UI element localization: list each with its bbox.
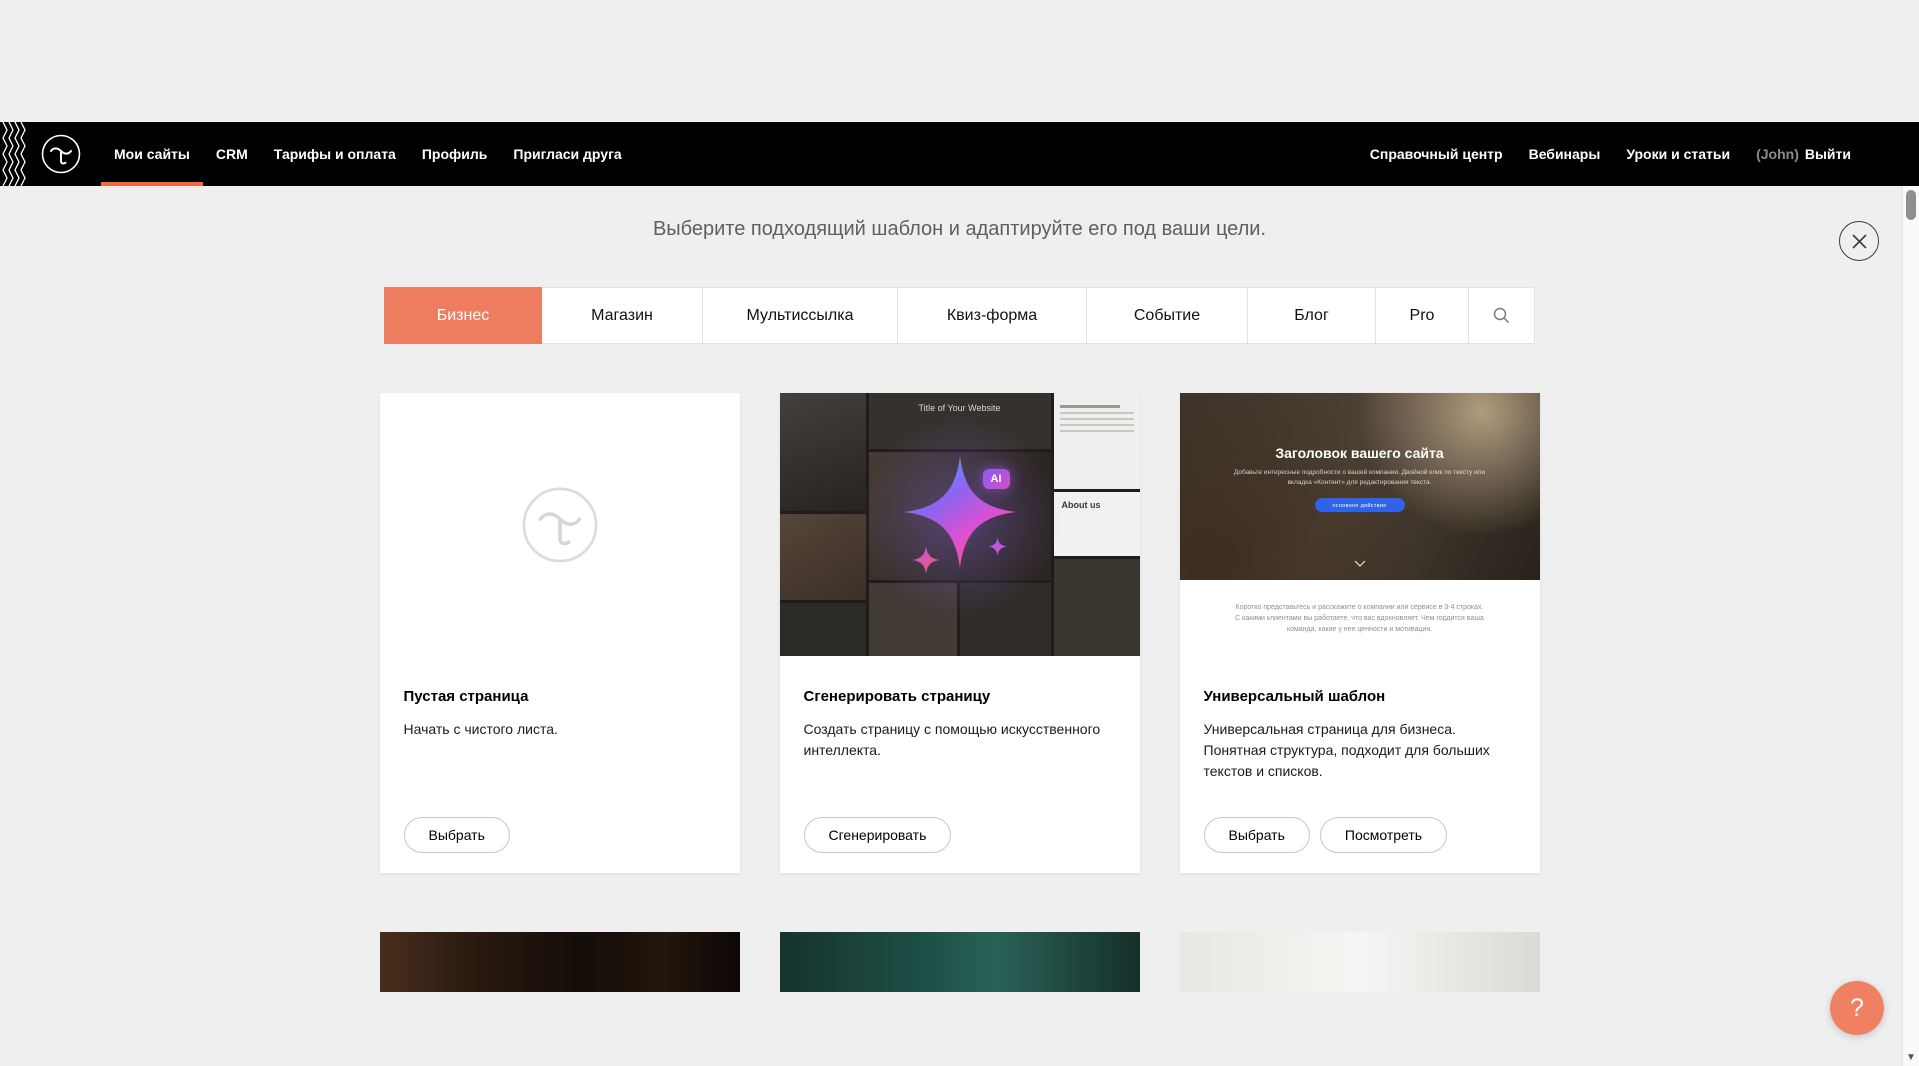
tab-store[interactable]: Магазин xyxy=(541,287,703,344)
logout-link[interactable]: (John) Выйти xyxy=(1743,122,1864,186)
template-card-blank: Пустая страница Начать с чистого листа. … xyxy=(380,393,740,873)
card-body: Сгенерировать страницу Создать страницу … xyxy=(780,656,1140,761)
nav-item-profile[interactable]: Профиль xyxy=(409,122,501,186)
nav-label: CRM xyxy=(216,146,248,162)
nav-label: Вебинары xyxy=(1529,146,1601,162)
ai-badge: AI xyxy=(983,469,1010,489)
top-header: Мои сайты CRM Тарифы и оплата Профиль Пр… xyxy=(0,122,1919,186)
secondary-nav: Справочный центр Вебинары Уроки и статьи… xyxy=(1357,122,1864,186)
scrollbar-thumb[interactable] xyxy=(1906,190,1916,220)
preview-cta-button: основное действие xyxy=(1315,498,1405,512)
zigzag-pattern-icon xyxy=(0,122,27,186)
main-nav: Мои сайты CRM Тарифы и оплата Профиль Пр… xyxy=(101,122,635,186)
scroll-down-arrow-icon[interactable]: ▼ xyxy=(1903,1052,1919,1063)
template-category-tabs: Бизнес Магазин Мультиссылка Квиз-форма С… xyxy=(380,287,1540,344)
tilda-logo-icon[interactable] xyxy=(41,134,81,174)
collage-tile xyxy=(780,514,866,600)
search-icon xyxy=(1493,307,1510,324)
chevron-down-icon xyxy=(1180,554,1540,572)
collage-tile xyxy=(780,603,866,656)
preview-subtext: Добавьте интересные подробности о вашей … xyxy=(1229,468,1491,488)
template-card-partial[interactable] xyxy=(1180,932,1540,992)
preview-hero-section: Заголовок вашего сайта Добавьте интересн… xyxy=(1180,393,1540,580)
tab-label: Бизнес xyxy=(437,288,490,343)
blank-template-preview xyxy=(380,393,740,656)
scrollbar[interactable]: ▼ xyxy=(1902,186,1919,1066)
nav-item-crm[interactable]: CRM xyxy=(203,122,261,186)
ai-template-preview: Title of Your Website About us xyxy=(780,393,1140,656)
collage-tile xyxy=(780,393,866,511)
select-universal-button[interactable]: Выбрать xyxy=(1204,817,1310,853)
nav-item-help-center[interactable]: Справочный центр xyxy=(1357,122,1516,186)
collage-tile xyxy=(1054,393,1140,489)
nav-label: Пригласи друга xyxy=(513,146,621,162)
help-button[interactable]: ? xyxy=(1830,981,1884,1035)
ai-sparkle-small-icon xyxy=(988,537,1007,556)
close-icon xyxy=(1852,234,1867,249)
page-subtitle: Выберите подходящий шаблон и адаптируйте… xyxy=(380,218,1540,241)
nav-label: Мои сайты xyxy=(114,146,190,162)
collage-about-label: About us xyxy=(1054,492,1140,510)
tab-quiz-form[interactable]: Квиз-форма xyxy=(897,287,1087,344)
card-description: Создать страницу с помощью искусственног… xyxy=(804,719,1116,761)
nav-item-invite-friend[interactable]: Пригласи друга xyxy=(500,122,634,186)
card-actions: Сгенерировать xyxy=(804,817,952,853)
logout-label: Выйти xyxy=(1805,122,1851,186)
tab-business[interactable]: Бизнес xyxy=(384,287,542,344)
template-grid-next-row xyxy=(380,932,1540,992)
card-body: Универсальный шаблон Универсальная стран… xyxy=(1180,656,1540,782)
card-actions: Выбрать Посмотреть xyxy=(1204,817,1448,853)
tilda-watermark-icon xyxy=(521,486,599,564)
tab-search[interactable] xyxy=(1468,287,1535,344)
nav-label: Уроки и статьи xyxy=(1626,146,1730,162)
nav-label: Тарифы и оплата xyxy=(274,146,396,162)
preview-heading: Заголовок вашего сайта xyxy=(1180,445,1540,461)
new-page-dialog: Новая страница Выберите подходящий шабло… xyxy=(380,122,1540,992)
tab-event[interactable]: Событие xyxy=(1086,287,1248,344)
universal-template-preview: Заголовок вашего сайта Добавьте интересн… xyxy=(1180,393,1540,656)
nav-item-webinars[interactable]: Вебинары xyxy=(1516,122,1614,186)
tab-label: Блог xyxy=(1294,288,1329,343)
tab-label: Pro xyxy=(1410,288,1435,343)
tab-multilink[interactable]: Мультиссылка xyxy=(702,287,898,344)
nav-item-lessons[interactable]: Уроки и статьи xyxy=(1613,122,1743,186)
card-title: Пустая страница xyxy=(404,688,716,705)
close-button[interactable] xyxy=(1839,221,1879,261)
card-title: Сгенерировать страницу xyxy=(804,688,1116,705)
user-name: (John) xyxy=(1756,122,1799,186)
nav-label: Профиль xyxy=(422,146,488,162)
nav-item-billing[interactable]: Тарифы и оплата xyxy=(261,122,409,186)
template-card-partial[interactable] xyxy=(780,932,1140,992)
tab-pro[interactable]: Pro xyxy=(1375,287,1469,344)
collage-tile xyxy=(1054,559,1140,656)
preview-universal-button[interactable]: Посмотреть xyxy=(1320,817,1447,853)
preview-text-section: Коротко представьтесь и расскажите о ком… xyxy=(1180,580,1540,636)
card-title: Универсальный шаблон xyxy=(1204,688,1516,705)
preview-body-text: Коротко представьтесь и расскажите о ком… xyxy=(1235,602,1485,636)
tab-blog[interactable]: Блог xyxy=(1247,287,1376,344)
tab-label: Событие xyxy=(1134,288,1200,343)
template-card-ai-generate: Title of Your Website About us xyxy=(780,393,1140,873)
tab-label: Квиз-форма xyxy=(947,288,1037,343)
nav-label: Справочный центр xyxy=(1370,146,1503,162)
card-description: Универсальная страница для бизнеса. Поня… xyxy=(1204,719,1516,782)
nav-item-my-sites[interactable]: Мои сайты xyxy=(101,122,203,186)
card-description: Начать с чистого листа. xyxy=(404,719,716,740)
tab-label: Магазин xyxy=(591,288,653,343)
card-body: Пустая страница Начать с чистого листа. xyxy=(380,656,740,740)
collage-tile: About us xyxy=(1054,492,1140,556)
generate-button[interactable]: Сгенерировать xyxy=(804,817,952,853)
select-blank-button[interactable]: Выбрать xyxy=(404,817,510,853)
template-card-universal: Заголовок вашего сайта Добавьте интересн… xyxy=(1180,393,1540,873)
ai-sparkle-small-icon xyxy=(912,546,940,574)
template-grid: Пустая страница Начать с чистого листа. … xyxy=(380,393,1540,873)
template-card-partial[interactable] xyxy=(380,932,740,992)
collage-site-title: Title of Your Website xyxy=(869,393,1051,413)
tab-label: Мультиссылка xyxy=(747,288,854,343)
card-actions: Выбрать xyxy=(404,817,510,853)
